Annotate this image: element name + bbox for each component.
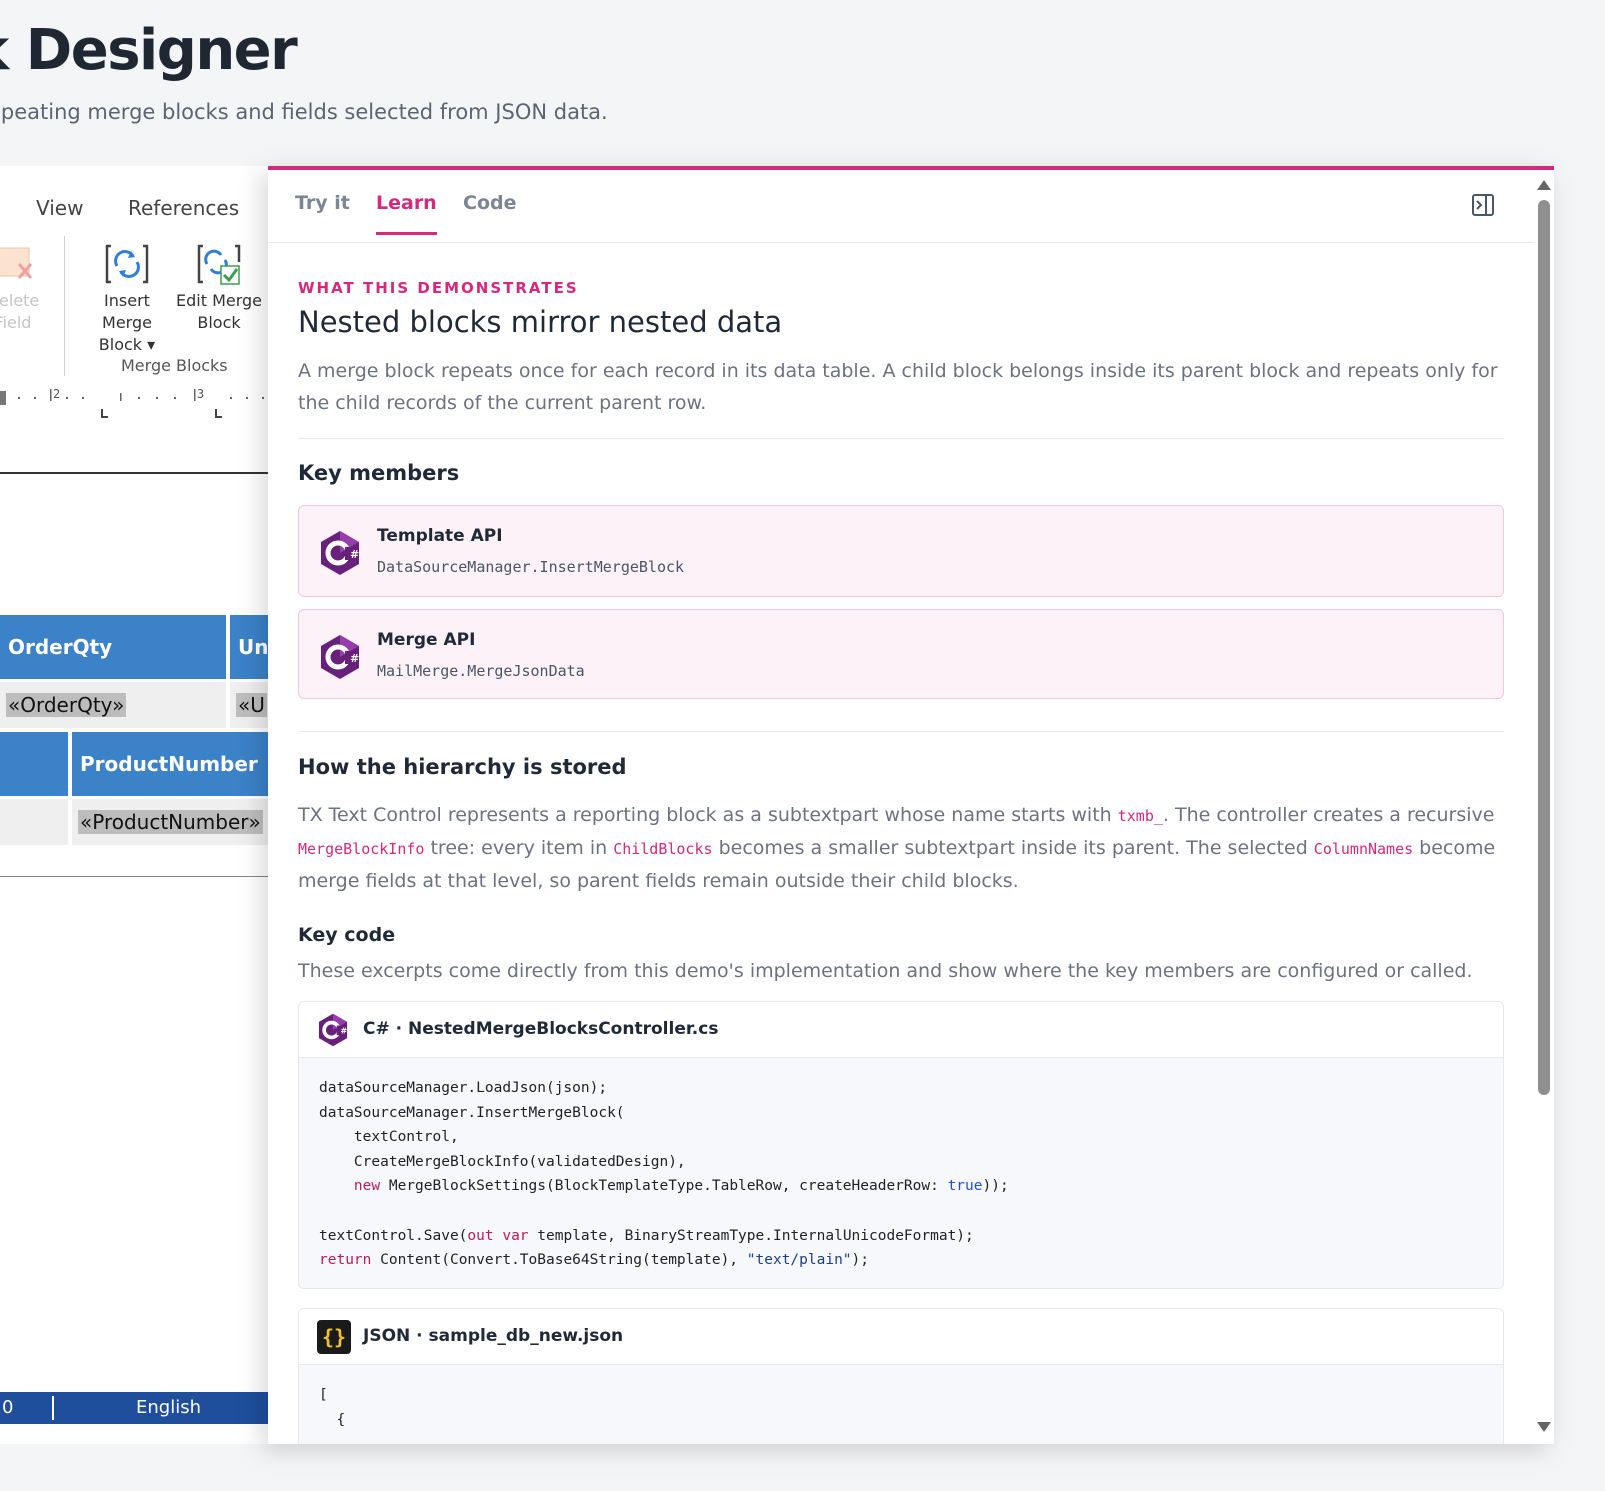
hierarchy-paragraph: TX Text Control represents a reporting b… <box>298 804 1496 892</box>
eyebrow-label: WHAT THIS DEMONSTRATES <box>298 279 579 297</box>
lead-paragraph: A merge block repeats once for each reco… <box>298 360 1498 414</box>
status-bar: 0 English <box>0 1392 299 1424</box>
scroll-up-arrow-icon[interactable] <box>1537 180 1551 190</box>
member-card-template-api[interactable]: # Template API DataSourceManager.InsertM… <box>298 505 1504 597</box>
tab-try-it[interactable]: Try it <box>295 192 350 232</box>
code-filename: C# · NestedMergeBlocksController.cs <box>363 1019 719 1039</box>
learn-panel: Try it Learn Code WHAT THIS DEMONSTRATES… <box>268 166 1554 1444</box>
code-line: textControl.Save(out var template, Binar… <box>319 1227 974 1244</box>
section-heading: Nested blocks mirror nested data <box>298 305 783 339</box>
code-block-csharp: # C# · NestedMergeBlocksController.cs da… <box>298 1001 1504 1289</box>
ribbon-tab-references[interactable]: References <box>128 196 239 220</box>
panel-collapse-icon[interactable] <box>1470 192 1496 218</box>
edit-merge-block-icon <box>197 244 241 285</box>
page-subtitle: epeating merge blocks and fields selecte… <box>0 100 608 124</box>
panel-scrollbar[interactable] <box>1534 170 1554 1444</box>
code-listing-csharp[interactable]: dataSourceManager.LoadJson(json); dataSo… <box>299 1058 1503 1288</box>
code-filename: JSON · sample_db_new.json <box>363 1326 624 1346</box>
key-members-heading: Key members <box>298 461 460 485</box>
status-language[interactable]: English <box>136 1397 201 1418</box>
panel-tabs: Try it Learn Code <box>268 170 1534 243</box>
merge-field-orderqty[interactable]: «OrderQty» <box>0 682 226 728</box>
insert-merge-block-button[interactable]: Insert Merge Block ▾ <box>80 242 174 356</box>
scroll-thumb[interactable] <box>1538 200 1550 1095</box>
ruler-mark-2: 2 <box>53 387 61 401</box>
ruler-mark-3: 3 <box>197 387 205 401</box>
code-block-header: {} JSON · sample_db_new.json <box>299 1309 1503 1365</box>
scroll-down-arrow-icon[interactable] <box>1537 1422 1551 1432</box>
csharp-logo-icon: # <box>321 531 359 575</box>
edit-merge-block-button[interactable]: Edit Merge Block <box>176 242 262 334</box>
status-value: 0 <box>2 1397 14 1418</box>
inline-code: ChildBlocks <box>613 840 713 858</box>
tab-code[interactable]: Code <box>463 192 516 232</box>
svg-text:#: # <box>350 652 359 665</box>
ribbon-group-label: Merge Blocks <box>121 356 228 375</box>
table-header-empty[interactable] <box>0 732 68 796</box>
document-page-edge <box>0 472 299 474</box>
ruler[interactable]: 2 3 <box>0 385 299 423</box>
divider <box>298 731 1504 732</box>
ribbon-separator <box>64 236 65 376</box>
hierarchy-heading: How the hierarchy is stored <box>298 755 627 779</box>
csharp-logo-icon: # <box>318 1013 347 1047</box>
table-header-orderqty[interactable]: OrderQty <box>0 615 226 679</box>
delete-field-icon <box>0 247 33 279</box>
tab-learn[interactable]: Learn <box>376 192 437 235</box>
table-cell-empty[interactable] <box>0 799 68 845</box>
code-block-json: {} JSON · sample_db_new.json [ { <box>298 1308 1504 1444</box>
key-code-description: These excerpts come directly from this d… <box>298 960 1473 982</box>
code-line: return Content(Convert.ToBase64String(te… <box>319 1252 870 1269</box>
document-divider <box>0 876 299 877</box>
member-title: Merge API <box>377 630 476 650</box>
merge-field-productnumber[interactable]: «ProductNumber» <box>72 799 299 845</box>
svg-text:#: # <box>340 1026 347 1036</box>
svg-text:#: # <box>350 548 359 561</box>
csharp-logo-icon: # <box>321 635 359 679</box>
member-title: Template API <box>377 526 503 546</box>
code-block-header: # C# · NestedMergeBlocksController.cs <box>299 1002 1503 1058</box>
code-line: new MergeBlockSettings(BlockTemplateType… <box>353 1178 1009 1195</box>
insert-merge-block-icon <box>105 244 149 284</box>
member-card-merge-api[interactable]: # Merge API MailMerge.MergeJsonData <box>298 609 1504 699</box>
delete-field-button[interactable]: Delete Field <box>0 242 48 334</box>
ribbon-tab-view[interactable]: View <box>36 196 83 220</box>
inline-code: ColumnNames <box>1313 840 1414 858</box>
inline-code: txmb_ <box>1117 807 1163 825</box>
ruler-ticks <box>0 389 264 418</box>
table-header-productnumber[interactable]: ProductNumber <box>72 732 299 796</box>
divider <box>298 438 1504 439</box>
code-listing-json[interactable]: [ { <box>299 1365 1503 1444</box>
member-code: MailMerge.MergeJsonData <box>377 662 585 680</box>
page-title: k Designer <box>0 18 298 83</box>
key-code-heading: Key code <box>298 924 396 946</box>
inline-code: MergeBlockInfo <box>298 840 425 858</box>
status-separator <box>52 1396 54 1420</box>
member-code: DataSourceManager.InsertMergeBlock <box>377 558 685 576</box>
json-braces-icon: {} <box>317 1320 351 1354</box>
text-editor: View References Delete Field Insert Merg… <box>0 166 300 1444</box>
